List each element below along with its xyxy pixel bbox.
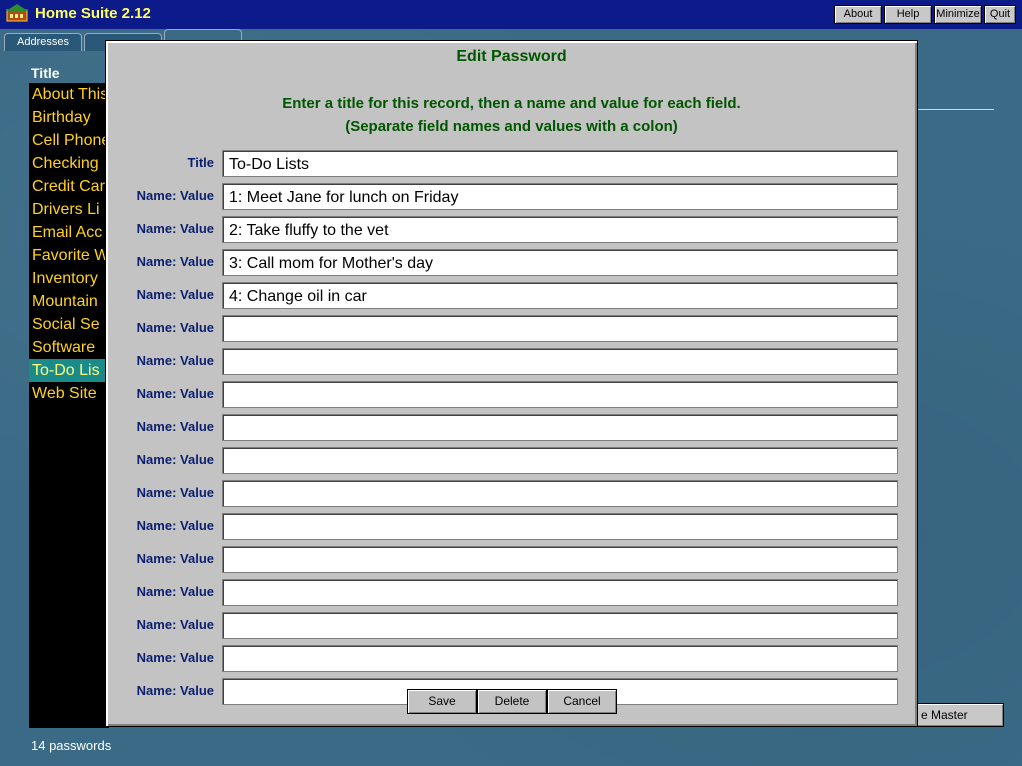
list-item[interactable]: Favorite W xyxy=(29,244,109,267)
title-input[interactable] xyxy=(222,150,898,177)
field-label: Name: Value xyxy=(136,254,214,269)
field-label: Name: Value xyxy=(136,650,214,665)
field-input-6[interactable] xyxy=(222,348,898,375)
list-item[interactable]: Web Site xyxy=(29,382,109,405)
field-input-3[interactable] xyxy=(222,249,898,276)
field-label: Name: Value xyxy=(136,221,214,236)
minimize-button[interactable]: Minimize xyxy=(934,5,982,24)
list-item[interactable]: Checking xyxy=(29,152,109,175)
field-input-14[interactable] xyxy=(222,612,898,639)
save-button[interactable]: Save xyxy=(407,689,477,714)
field-label: Name: Value xyxy=(136,287,214,302)
edit-password-dialog: Edit Password Enter a title for this rec… xyxy=(105,40,918,727)
delete-button[interactable]: Delete xyxy=(477,689,547,714)
instruction-line-2: (Separate field names and values with a … xyxy=(345,118,678,135)
field-label: Name: Value xyxy=(136,551,214,566)
field-input-15[interactable] xyxy=(222,645,898,672)
field-label: Name: Value xyxy=(136,584,214,599)
field-input-5[interactable] xyxy=(222,315,898,342)
field-label: Name: Value xyxy=(136,683,214,698)
help-button[interactable]: Help xyxy=(884,5,932,24)
field-input-2[interactable] xyxy=(222,216,898,243)
list-header-title: Title xyxy=(31,65,60,81)
title-label: Title xyxy=(187,155,215,170)
dialog-title: Edit Password xyxy=(456,48,567,65)
field-input-11[interactable] xyxy=(222,513,898,540)
field-input-8[interactable] xyxy=(222,414,898,441)
list-item[interactable]: Drivers Li xyxy=(29,198,109,221)
tab-addresses[interactable]: Addresses xyxy=(4,33,82,51)
list-item[interactable]: Email Acc xyxy=(29,221,109,244)
list-item[interactable]: About This xyxy=(29,83,109,106)
home-suite-icon xyxy=(6,4,28,22)
cancel-button[interactable]: Cancel xyxy=(547,689,617,714)
field-input-4[interactable] xyxy=(222,282,898,309)
field-label: Name: Value xyxy=(136,452,214,467)
about-button[interactable]: About xyxy=(834,5,882,24)
list-item[interactable]: Birthday xyxy=(29,106,109,129)
list-item-selected[interactable]: To-Do Lis xyxy=(29,359,109,382)
list-item[interactable]: Social Se xyxy=(29,313,109,336)
field-input-1[interactable] xyxy=(222,183,898,210)
field-input-10[interactable] xyxy=(222,480,898,507)
password-count: 14 passwords xyxy=(31,738,112,753)
divider xyxy=(918,109,994,110)
field-label: Name: Value xyxy=(136,386,214,401)
password-list[interactable]: About This Birthday Cell Phone Checking … xyxy=(29,83,109,728)
list-item[interactable]: Credit Card xyxy=(29,175,109,198)
field-input-13[interactable] xyxy=(222,579,898,606)
field-input-9[interactable] xyxy=(222,447,898,474)
field-label: Name: Value xyxy=(136,353,214,368)
field-label: Name: Value xyxy=(136,617,214,632)
quit-button[interactable]: Quit xyxy=(984,5,1016,24)
master-button[interactable]: e Master xyxy=(912,703,1004,727)
field-label: Name: Value xyxy=(136,485,214,500)
app-title: Home Suite 2.12 xyxy=(35,5,151,22)
field-label: Name: Value xyxy=(136,320,214,335)
field-label: Name: Value xyxy=(136,419,214,434)
field-label: Name: Value xyxy=(136,188,214,203)
title-bar: Home Suite 2.12 About Help Minimize Quit xyxy=(0,0,1022,29)
list-item[interactable]: Cell Phone xyxy=(29,129,109,152)
instruction-line-1: Enter a title for this record, then a na… xyxy=(282,95,741,112)
field-input-7[interactable] xyxy=(222,381,898,408)
list-item[interactable]: Software xyxy=(29,336,109,359)
field-label: Name: Value xyxy=(136,518,214,533)
list-item[interactable]: Inventory xyxy=(29,267,109,290)
field-input-12[interactable] xyxy=(222,546,898,573)
list-item[interactable]: Mountain xyxy=(29,290,109,313)
